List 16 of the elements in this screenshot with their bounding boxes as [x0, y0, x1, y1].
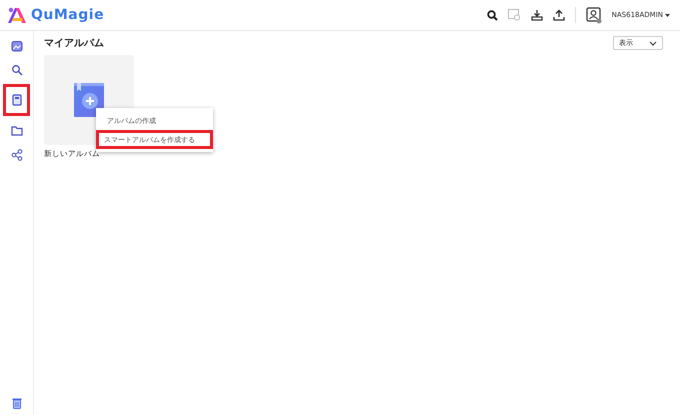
app-name: QuMagie [31, 7, 104, 23]
sidebar-button[interactable] [3, 84, 30, 116]
photo-icon [10, 40, 22, 52]
user-icon[interactable] [586, 6, 602, 24]
search-icon [10, 64, 22, 76]
logo-icon [7, 6, 27, 24]
upload-icon[interactable] [552, 9, 565, 21]
trash-icon[interactable] [12, 397, 22, 409]
chevron-down-icon [649, 40, 657, 46]
search-icon[interactable] [486, 10, 498, 20]
page-title: マイアルバム [44, 37, 104, 50]
book-icon [12, 94, 22, 106]
share-icon [10, 148, 22, 160]
caret-icon[interactable] [665, 14, 670, 16]
folder-icon [10, 125, 22, 136]
import-icon[interactable] [530, 9, 543, 21]
